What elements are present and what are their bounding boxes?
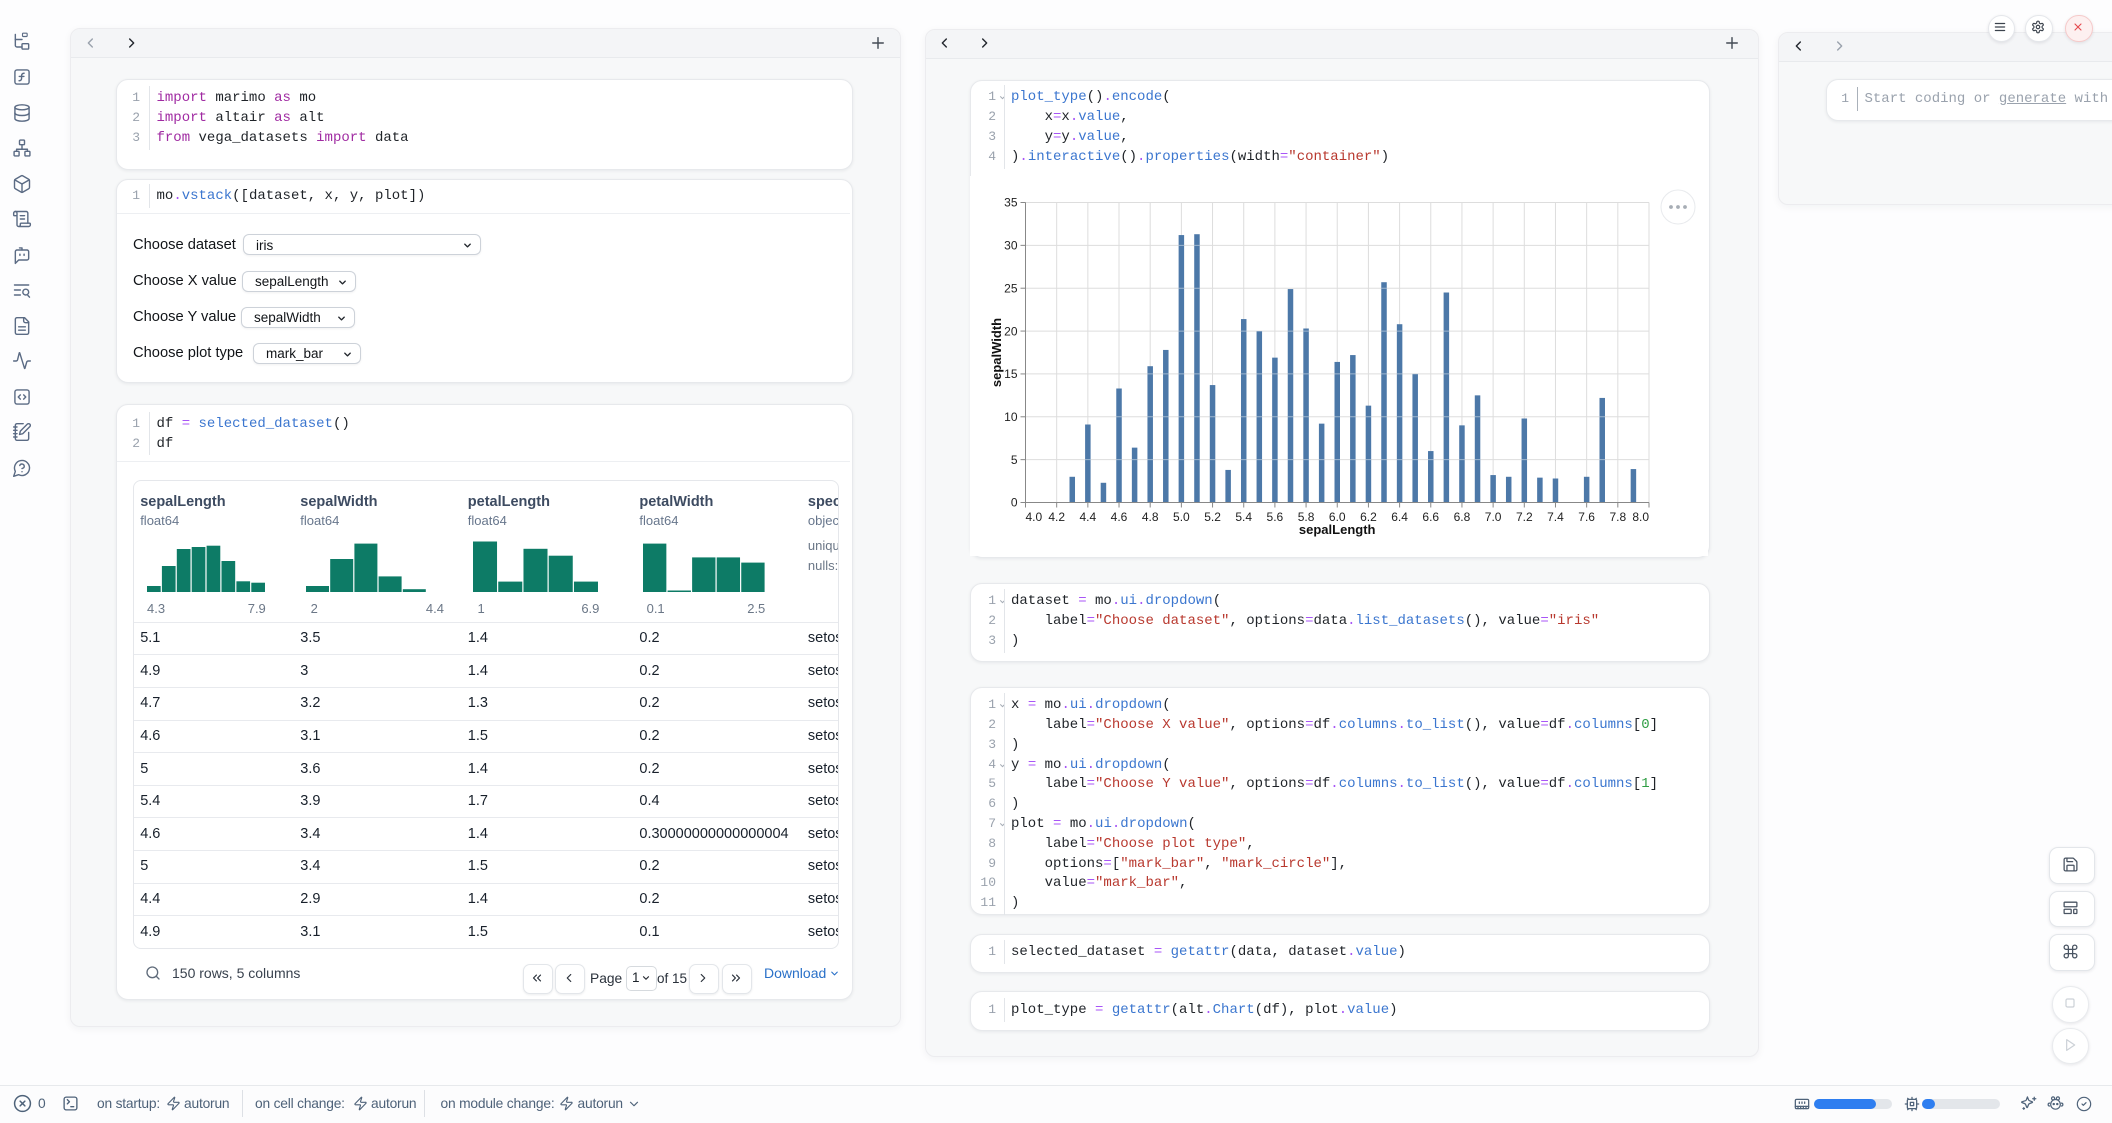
svg-text:20: 20 [1004,324,1018,338]
svg-text:5.0: 5.0 [1173,510,1190,524]
svg-text:0: 0 [1011,496,1018,510]
svg-text:6.6: 6.6 [1422,510,1439,524]
svg-text:sepalWidth: sepalWidth [989,318,1004,387]
svg-text:35: 35 [1004,196,1018,210]
svg-text:10: 10 [1004,410,1018,424]
svg-text:4.4: 4.4 [1080,510,1097,524]
svg-text:6.4: 6.4 [1391,510,1408,524]
svg-text:sepalLength: sepalLength [1299,522,1376,537]
svg-text:5: 5 [1011,453,1018,467]
svg-text:4.0: 4.0 [1026,510,1043,524]
svg-text:6.8: 6.8 [1454,510,1471,524]
svg-text:4.6: 4.6 [1111,510,1128,524]
svg-text:7.0: 7.0 [1485,510,1502,524]
svg-text:5.6: 5.6 [1267,510,1284,524]
svg-text:5.2: 5.2 [1204,510,1221,524]
svg-text:4.2: 4.2 [1048,510,1065,524]
svg-text:5.4: 5.4 [1235,510,1252,524]
svg-text:7.2: 7.2 [1516,510,1533,524]
svg-text:8.0: 8.0 [1632,510,1649,524]
svg-text:4.8: 4.8 [1142,510,1159,524]
svg-text:7.6: 7.6 [1578,510,1595,524]
svg-text:7.8: 7.8 [1609,510,1626,524]
svg-text:30: 30 [1004,239,1018,253]
svg-text:15: 15 [1004,367,1018,381]
svg-text:7.4: 7.4 [1547,510,1564,524]
svg-text:25: 25 [1004,281,1018,295]
